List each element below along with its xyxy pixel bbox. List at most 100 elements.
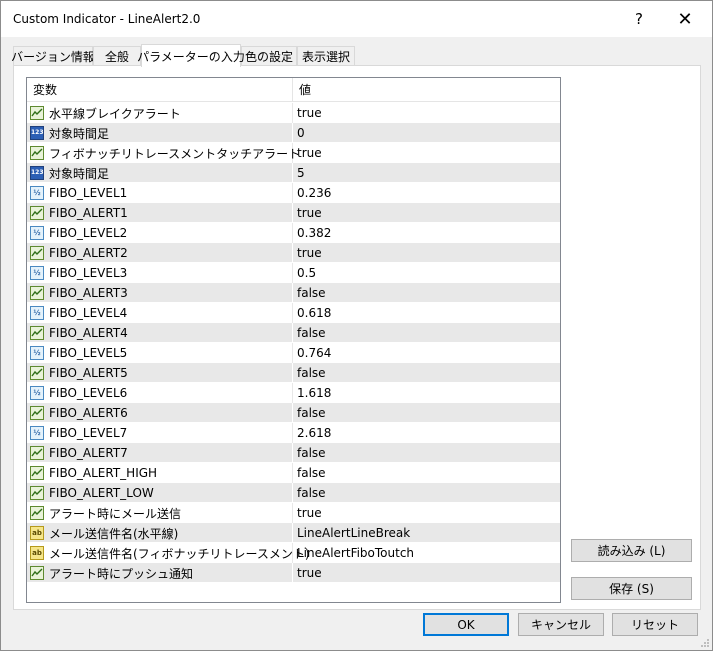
value-cell[interactable]: true [295, 503, 322, 523]
value-cell[interactable]: 0.764 [295, 343, 331, 363]
tab-version-info[interactable]: バージョン情報 [11, 46, 95, 66]
variable-cell: アラート時にプッシュ通知 [27, 563, 293, 583]
bool-icon [30, 446, 44, 460]
value-cell[interactable]: 5 [295, 163, 305, 183]
variable-name: フィボナッチリトレースメントタッチアラート [49, 146, 301, 161]
table-row[interactable]: FIBO_ALERT_LOW false [27, 483, 560, 503]
table-row[interactable]: ab メール送信件名(水平線) LineAlertLineBreak [27, 523, 560, 543]
table-row[interactable]: ½ FIBO_LEVEL3 0.5 [27, 263, 560, 283]
icon-text: ab [32, 549, 42, 557]
bool-icon [30, 146, 44, 160]
variable-cell: ab メール送信件名(水平線) [27, 523, 293, 543]
header-variable[interactable]: 変数 [27, 78, 293, 102]
ok-button[interactable]: OK [423, 613, 509, 636]
variable-name: FIBO_LEVEL4 [49, 306, 128, 320]
variable-name: FIBO_LEVEL6 [49, 386, 128, 400]
variable-cell: FIBO_ALERT5 [27, 363, 293, 383]
variable-cell: フィボナッチリトレースメントタッチアラート [27, 143, 300, 163]
tab-colors[interactable]: 色の設定 [241, 46, 297, 66]
value-cell[interactable]: false [295, 283, 326, 303]
resize-grip-icon[interactable] [700, 638, 710, 648]
table-row[interactable]: FIBO_ALERT3 false [27, 283, 560, 303]
header-value[interactable]: 値 [293, 78, 560, 102]
load-button[interactable]: 読み込み (L) [571, 539, 692, 562]
value-cell[interactable]: true [295, 563, 322, 583]
icon-text: ½ [33, 389, 41, 397]
tab-parameters[interactable]: パラメーターの入力 [137, 44, 245, 67]
variable-name: FIBO_ALERT2 [49, 246, 128, 260]
variable-name: FIBO_ALERT7 [49, 446, 128, 460]
bool-icon [30, 506, 44, 520]
help-button[interactable]: ? [616, 1, 662, 37]
value-cell[interactable]: 1.618 [295, 383, 331, 403]
variable-name: FIBO_LEVEL7 [49, 426, 128, 440]
table-row[interactable]: アラート時にプッシュ通知 true [27, 563, 560, 583]
tab-display-selection[interactable]: 表示選択 [297, 46, 355, 66]
table-row[interactable]: FIBO_ALERT4 false [27, 323, 560, 343]
value-cell[interactable]: false [295, 363, 326, 383]
value-cell[interactable]: 0.5 [295, 263, 316, 283]
table-row[interactable]: 123 対象時間足 0 [27, 123, 560, 143]
value-cell[interactable]: false [295, 443, 326, 463]
variable-name: 水平線ブレイクアラート [49, 106, 181, 121]
table-row[interactable]: ab メール送信件名(フィボナッチリトレースメント) LineAlertFiboTo… [27, 543, 560, 563]
table-row[interactable]: ½ FIBO_LEVEL4 0.618 [27, 303, 560, 323]
variable-cell: ½ FIBO_LEVEL7 [27, 423, 293, 443]
variable-cell: FIBO_ALERT1 [27, 203, 293, 223]
save-button[interactable]: 保存 (S) [571, 577, 692, 600]
table-row[interactable]: アラート時にメール送信 true [27, 503, 560, 523]
value-cell[interactable]: true [295, 203, 322, 223]
parameter-grid[interactable]: 変数 値 水平線ブレイクアラート true 123 対象時間足 0 フィボナッチリトレース… [26, 77, 561, 603]
value-cell[interactable]: 0 [295, 123, 305, 143]
table-row[interactable]: FIBO_ALERT2 true [27, 243, 560, 263]
table-row[interactable]: 123 対象時間足 5 [27, 163, 560, 183]
value-cell[interactable]: 0.382 [295, 223, 331, 243]
value-cell[interactable]: 0.618 [295, 303, 331, 323]
value-cell[interactable]: 2.618 [295, 423, 331, 443]
variable-name: FIBO_ALERT6 [49, 406, 128, 420]
bool-icon [30, 566, 44, 580]
bool-icon [30, 406, 44, 420]
variable-cell: FIBO_ALERT7 [27, 443, 293, 463]
parameters-panel: 変数 値 水平線ブレイクアラート true 123 対象時間足 0 フィボナッチリトレース… [13, 65, 701, 610]
value-cell[interactable]: LineAlertFiboToutch [295, 543, 414, 563]
value-cell[interactable]: false [295, 483, 326, 503]
value-cell[interactable]: true [295, 243, 322, 263]
table-row[interactable]: FIBO_ALERT6 false [27, 403, 560, 423]
variable-name: FIBO_ALERT4 [49, 326, 128, 340]
close-button[interactable]: ✕ [662, 1, 708, 37]
value-cell[interactable]: false [295, 323, 326, 343]
table-row[interactable]: FIBO_ALERT7 false [27, 443, 560, 463]
tab-general[interactable]: 全般 [93, 46, 141, 66]
value-cell[interactable]: 0.236 [295, 183, 331, 203]
table-row[interactable]: ½ FIBO_LEVEL1 0.236 [27, 183, 560, 203]
table-row[interactable]: ½ FIBO_LEVEL6 1.618 [27, 383, 560, 403]
title-bar[interactable]: Custom Indicator - LineAlert2.0 ? ✕ [1, 1, 712, 37]
string-icon: ab [30, 546, 44, 560]
variable-name: FIBO_ALERT_LOW [49, 486, 154, 500]
variable-cell: FIBO_ALERT_LOW [27, 483, 293, 503]
value-cell[interactable]: true [295, 103, 322, 123]
reset-button[interactable]: リセット [612, 613, 698, 636]
int-icon: 123 [30, 126, 44, 140]
table-row[interactable]: FIBO_ALERT1 true [27, 203, 560, 223]
table-row[interactable]: FIBO_ALERT5 false [27, 363, 560, 383]
variable-name: 対象時間足 [49, 126, 110, 141]
value-cell[interactable]: false [295, 463, 326, 483]
table-row[interactable]: 水平線ブレイクアラート true [27, 103, 560, 123]
variable-cell: FIBO_ALERT3 [27, 283, 293, 303]
value-cell[interactable]: LineAlertLineBreak [295, 523, 410, 543]
variable-cell: 123 対象時間足 [27, 123, 293, 143]
variable-cell: ½ FIBO_LEVEL4 [27, 303, 293, 323]
table-row[interactable]: ½ FIBO_LEVEL2 0.382 [27, 223, 560, 243]
table-row[interactable]: ½ FIBO_LEVEL7 2.618 [27, 423, 560, 443]
table-row[interactable]: フィボナッチリトレースメントタッチアラート true [27, 143, 560, 163]
value-cell[interactable]: true [295, 143, 322, 163]
variable-name: アラート時にメール送信 [49, 506, 182, 521]
table-row[interactable]: ½ FIBO_LEVEL5 0.764 [27, 343, 560, 363]
table-row[interactable]: FIBO_ALERT_HIGH false [27, 463, 560, 483]
value-cell[interactable]: false [295, 403, 326, 423]
double-icon: ½ [30, 426, 44, 440]
cancel-button[interactable]: キャンセル [518, 613, 604, 636]
bool-icon [30, 246, 44, 260]
